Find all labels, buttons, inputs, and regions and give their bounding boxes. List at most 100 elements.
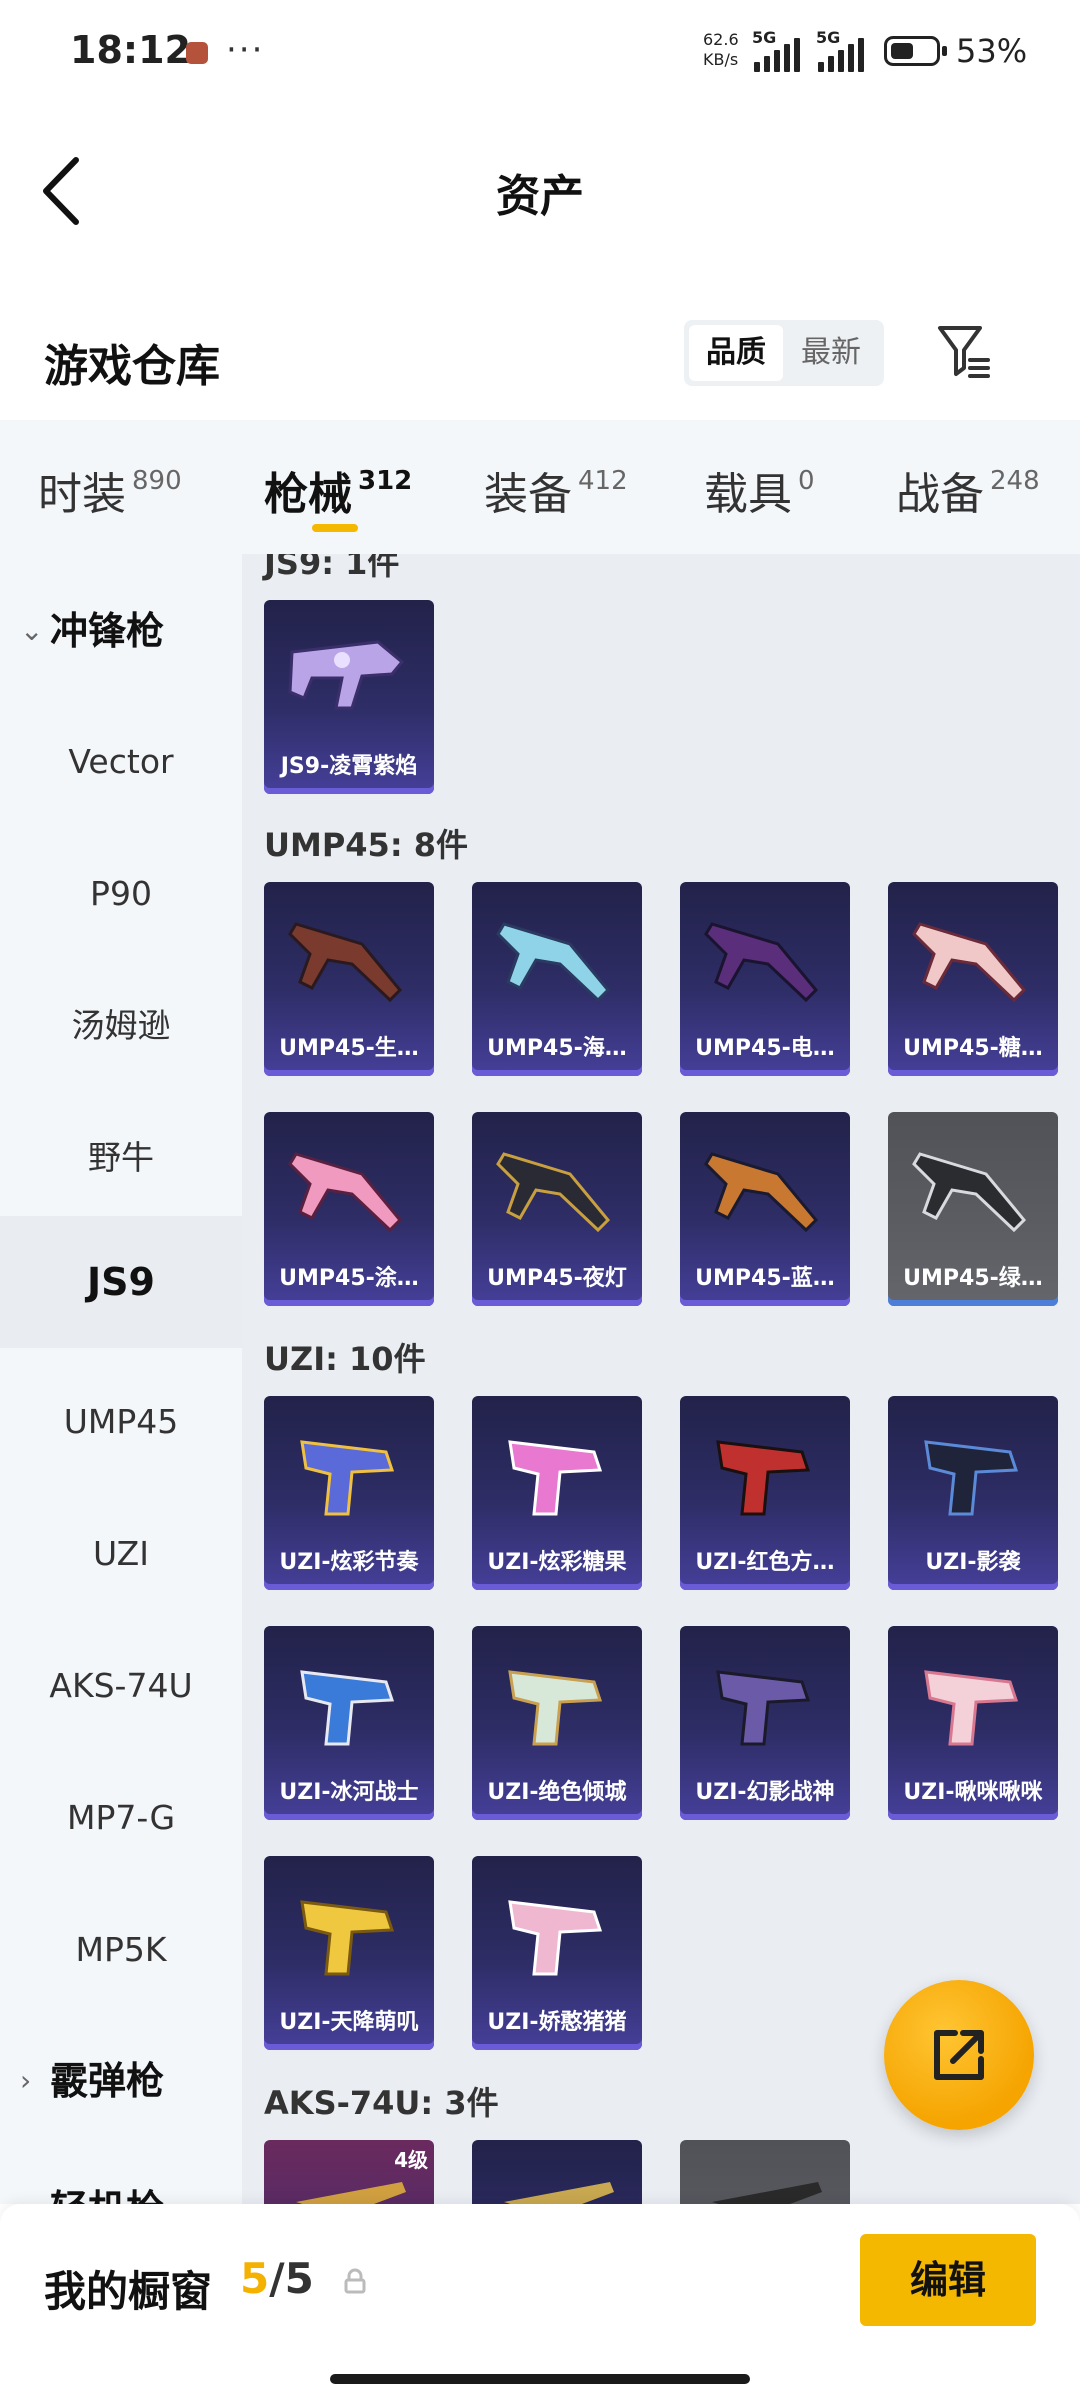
section-title-js9: JS9: 1件 — [264, 554, 400, 582]
skin-card[interactable]: UMP45-电… — [680, 882, 850, 1076]
gun-skin-image — [704, 922, 819, 1003]
skin-name: UZI-冰河战士 — [279, 1780, 419, 1805]
gun-skin-image — [508, 1440, 603, 1516]
gun-skin-image — [496, 1152, 611, 1233]
gun-skin-image — [912, 922, 1027, 1003]
gun-skin-image — [296, 2182, 406, 2204]
skin-card[interactable]: UMP45-夜灯 — [472, 1112, 642, 1306]
sidebar-item-ump45[interactable]: UMP45 — [0, 1392, 242, 1452]
gun-skin-image — [504, 2182, 614, 2204]
skin-card[interactable]: UMP45-海… — [472, 882, 642, 1076]
skin-card[interactable]: UZI-冰河战士 — [264, 1626, 434, 1820]
tab-vehicles[interactable]: 载具 0 — [704, 458, 815, 522]
showcase-title: 我的橱窗 — [44, 2267, 213, 2316]
skin-name: UMP45-绿… — [903, 1266, 1043, 1291]
skin-name: UZI-娇憨猪猪 — [487, 2010, 627, 2035]
category-tabs: 时装 890 枪械 312 装备 412 载具 0 战备 248 — [0, 420, 1080, 554]
sort-newest-button[interactable]: 最新 — [784, 325, 878, 381]
gun-skin-image — [300, 1670, 395, 1746]
skin-card[interactable]: UMP45-生… — [264, 882, 434, 1076]
gun-skin-image — [288, 922, 403, 1003]
gun-skin-image — [288, 1152, 403, 1233]
sidebar-item-bizon[interactable]: 野牛 — [0, 1128, 242, 1188]
sidebar-category-smg[interactable]: ⌄ 冲锋枪 — [20, 600, 164, 655]
skin-name: UZI-啾咪啾咪 — [903, 1780, 1043, 1805]
skin-card[interactable]: UZI-红色方… — [680, 1396, 850, 1590]
page-title: 资产 — [496, 171, 584, 222]
title-bar: 资产 — [0, 110, 1080, 270]
skin-card[interactable]: 4级 — [264, 2140, 434, 2204]
sidebar-item-vector[interactable]: Vector — [0, 732, 242, 792]
skin-name: UZI-绝色倾城 — [487, 1780, 627, 1805]
section-title-ump45: UMP45: 8件 — [264, 826, 469, 864]
sidebar-category-shotgun[interactable]: › 霰弹枪 — [20, 2050, 164, 2105]
skin-card[interactable]: UMP45-蓝… — [680, 1112, 850, 1306]
chevron-down-icon: ⌄ — [20, 614, 44, 647]
tab-guns[interactable]: 枪械 312 — [264, 458, 412, 522]
status-time: 18:12 — [70, 28, 191, 72]
battery-percent: 53% — [956, 32, 1028, 70]
battery-cap — [942, 46, 947, 56]
tab-equipment[interactable]: 装备 412 — [484, 458, 628, 522]
sidebar-category-lmg[interactable]: ›轻机枪 — [20, 2178, 164, 2204]
skin-card[interactable]: UZI-炫彩糖果 — [472, 1396, 642, 1590]
share-icon — [934, 2030, 984, 2080]
battery-icon — [884, 36, 940, 66]
warehouse-header: 游戏仓库 品质 最新 — [0, 270, 1080, 420]
tab-supplies[interactable]: 战备 248 — [896, 458, 1040, 522]
gun-skin-image — [716, 1440, 811, 1516]
gun-skin-image — [288, 640, 405, 710]
chevron-right-icon: › — [20, 2192, 50, 2204]
sidebar-item-thompson[interactable]: 汤姆逊 — [0, 996, 242, 1056]
showcase-count: 5/5 — [240, 2254, 314, 2303]
sidebar-item-aks74u[interactable]: AKS-74U — [0, 1656, 242, 1716]
skin-card[interactable]: UZI-绝色倾城 — [472, 1626, 642, 1820]
skin-card[interactable]: UZI-啾咪啾咪 — [888, 1626, 1058, 1820]
skin-name: UZI-炫彩糖果 — [487, 1550, 627, 1575]
skin-card[interactable]: UZI-天降萌叽 — [264, 1856, 434, 2050]
weapon-type-sidebar: ⌄ 冲锋枪 Vector P90 汤姆逊 野牛 JS9 UMP45 UZI AKS… — [0, 554, 242, 2204]
skin-name: UMP45-蓝… — [695, 1266, 835, 1291]
gun-skin-image — [300, 1440, 395, 1516]
warehouse-title: 游戏仓库 — [44, 341, 220, 392]
share-button[interactable] — [884, 1980, 1034, 2130]
skin-name: UMP45-海… — [487, 1036, 627, 1061]
gun-skin-image — [924, 1670, 1019, 1746]
gun-skin-image — [508, 1900, 603, 1976]
sidebar-item-js9[interactable]: JS9 — [0, 1216, 242, 1348]
skin-card[interactable]: UMP45-绿… — [888, 1112, 1058, 1306]
sidebar-item-mp5k[interactable]: MP5K — [0, 1920, 242, 1980]
skin-grid: JS9: 1件 JS9-凌霄紫焰 UMP45: 8件 UMP45-生… UMP4… — [242, 554, 1080, 2204]
filter-button[interactable] — [936, 322, 992, 382]
gun-skin-image — [704, 1152, 819, 1233]
skin-name: UZI-炫彩节奏 — [279, 1550, 419, 1575]
section-title-aks74u: AKS-74U: 3件 — [264, 2084, 499, 2122]
active-tab-indicator — [312, 524, 358, 532]
skin-card[interactable]: UZI-娇憨猪猪 — [472, 1856, 642, 2050]
sidebar-item-mp7g[interactable]: MP7-G — [0, 1788, 242, 1848]
home-indicator[interactable] — [330, 2374, 750, 2384]
skin-card[interactable]: UMP45-涂… — [264, 1112, 434, 1306]
skin-name: UZI-幻影战神 — [695, 1780, 835, 1805]
skin-card[interactable] — [680, 2140, 850, 2204]
sort-quality-button[interactable]: 品质 — [689, 325, 783, 381]
sidebar-item-p90[interactable]: P90 — [0, 864, 242, 924]
network-speed: 62.6 KB/s — [703, 30, 739, 69]
skin-card[interactable]: UZI-炫彩节奏 — [264, 1396, 434, 1590]
skin-name: UMP45-涂… — [279, 1266, 419, 1291]
lock-icon — [344, 2268, 366, 2294]
skin-card[interactable]: JS9-凌霄紫焰 — [264, 600, 434, 794]
status-bar: 18:12 ··· 62.6 KB/s 5G 5G 53% — [0, 0, 1080, 110]
gun-skin-image — [912, 1152, 1027, 1233]
skin-card[interactable]: UMP45-糖… — [888, 882, 1058, 1076]
gun-skin-image — [716, 1670, 811, 1746]
skin-name: UZI-影袭 — [925, 1550, 1021, 1575]
skin-card[interactable] — [472, 2140, 642, 2204]
edit-button[interactable]: 编辑 — [860, 2234, 1036, 2326]
sidebar-item-uzi[interactable]: UZI — [0, 1524, 242, 1584]
skin-card[interactable]: UZI-幻影战神 — [680, 1626, 850, 1820]
app-notification-icon — [186, 42, 208, 64]
tab-fashion[interactable]: 时装 890 — [38, 458, 182, 522]
skin-card[interactable]: UZI-影袭 — [888, 1396, 1058, 1590]
skin-name: UMP45-糖… — [903, 1036, 1043, 1061]
